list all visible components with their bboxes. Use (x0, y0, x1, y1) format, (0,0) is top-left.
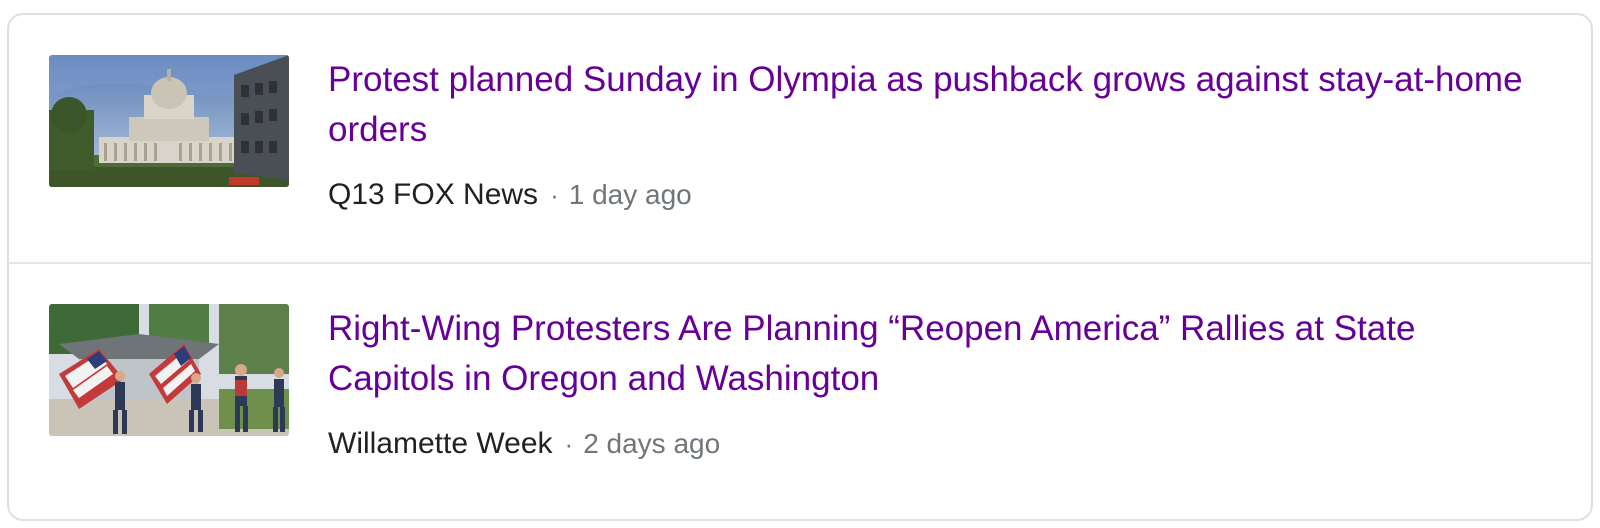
published-time: 1 day ago (568, 179, 692, 210)
source-name[interactable]: Q13 FOX News (328, 178, 538, 211)
news-results-card: Protest planned Sunday in Olympia as pus… (7, 13, 1593, 521)
result-meta: Willamette Week · 2 days ago (328, 424, 720, 464)
published-time: 2 days ago (583, 428, 721, 459)
result-meta: Q13 FOX News · 1 day ago (328, 175, 692, 215)
capitol-photo-graphic (49, 55, 289, 187)
headline-link[interactable]: Right-Wing Protesters Are Planning “Reop… (328, 304, 1548, 404)
headline-link[interactable]: Protest planned Sunday in Olympia as pus… (328, 55, 1548, 155)
separator-dot: · (550, 180, 559, 210)
thumbnail-capitol-image[interactable] (49, 55, 289, 187)
thumbnail-protesters-image[interactable] (49, 304, 289, 436)
news-result-item[interactable]: Protest planned Sunday in Olympia as pus… (9, 15, 1591, 263)
news-result-item[interactable]: Right-Wing Protesters Are Planning “Reop… (9, 264, 1591, 512)
protesters-photo-graphic (49, 304, 289, 436)
source-name[interactable]: Willamette Week (328, 427, 553, 460)
separator-dot: · (564, 429, 574, 459)
